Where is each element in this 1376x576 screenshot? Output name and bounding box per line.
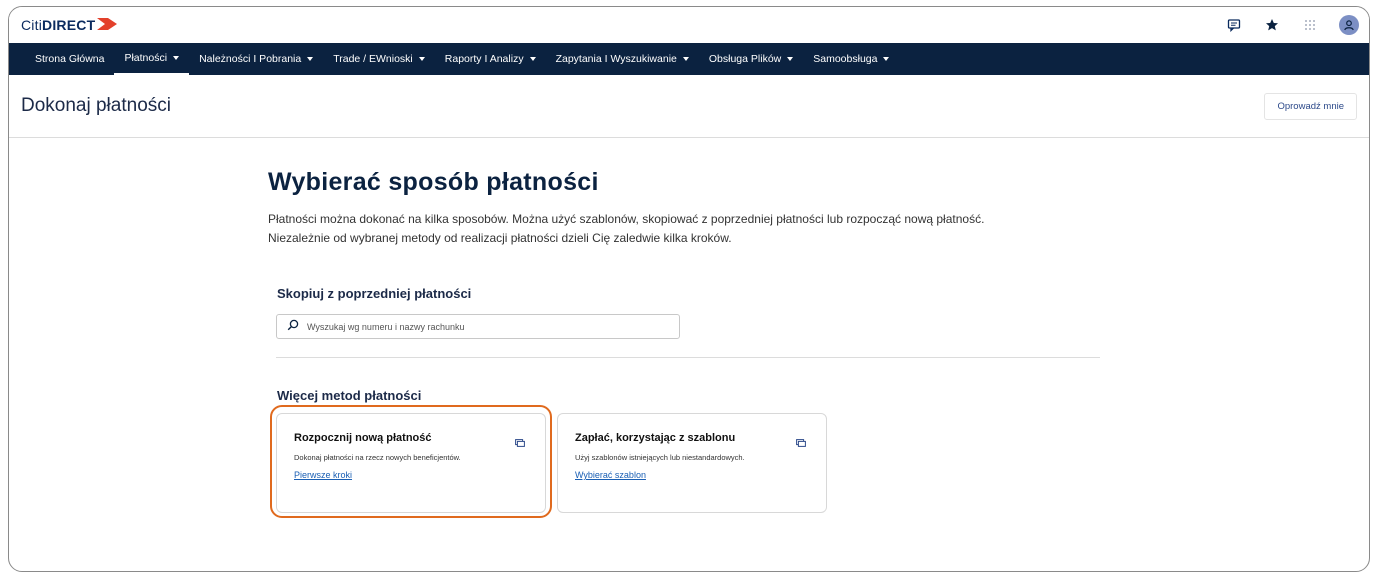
citidirect-logo[interactable]: Citi DIRECT xyxy=(21,17,118,33)
description: Płatności można dokonać na kilka sposobó… xyxy=(268,210,1108,248)
nav-item-label: Zapytania I Wyszukiwanie xyxy=(555,53,677,65)
nav-item-reports[interactable]: Raporty I Analizy xyxy=(435,43,546,75)
page-title: Dokonaj płatności xyxy=(21,95,171,116)
first-steps-link[interactable]: Pierwsze kroki xyxy=(294,470,352,480)
nav-item-file-services[interactable]: Obsługa Plików xyxy=(699,43,803,75)
page-header: Dokonaj płatności Oprowadź mnie xyxy=(9,75,1369,138)
nav-item-label: Samoobsługa xyxy=(813,53,878,65)
choose-template-link[interactable]: Wybierać szablon xyxy=(575,470,646,480)
card-description: Użyj szablonów istniejących lub niestand… xyxy=(575,453,745,462)
caret-down-icon xyxy=(173,56,180,60)
main-heading: Wybierać sposób płatności xyxy=(268,168,599,196)
nav-item-home[interactable]: Strona Główna xyxy=(33,43,114,75)
apps-grid-icon[interactable] xyxy=(1301,16,1319,34)
nav-item-trade[interactable]: Trade / EWnioski xyxy=(323,43,435,75)
nav-item-label: Strona Główna xyxy=(35,53,105,65)
new-payment-card[interactable]: Rozpocznij nową płatność Dokonaj płatnoś… xyxy=(276,413,546,513)
card-title: Rozpocznij nową płatność xyxy=(294,432,432,444)
card-title: Zapłać, korzystając z szablonu xyxy=(575,432,736,444)
caret-down-icon xyxy=(682,57,689,61)
search-field[interactable] xyxy=(276,314,680,339)
chat-icon[interactable] xyxy=(1225,16,1243,34)
nav-item-label: Należności I Pobrania xyxy=(199,53,302,65)
top-bar: Citi DIRECT xyxy=(9,7,1369,43)
top-icons xyxy=(1225,15,1359,35)
card-stack-icon xyxy=(515,434,525,452)
logo-citi-text: Citi xyxy=(21,17,43,33)
search-icon xyxy=(287,318,299,336)
caret-down-icon xyxy=(787,57,794,61)
caret-down-icon xyxy=(529,57,536,61)
nav-item-label: Trade / EWnioski xyxy=(333,53,413,65)
copy-section-title: Skopiuj z poprzedniej płatności xyxy=(277,286,472,301)
caret-down-icon xyxy=(883,57,890,61)
caret-down-icon xyxy=(418,57,425,61)
nav-item-receivables[interactable]: Należności I Pobrania xyxy=(189,43,323,75)
nav-item-label: Płatności xyxy=(124,52,168,64)
more-methods-title: Więcej metod płatności xyxy=(277,388,422,403)
description-line-2: Niezależnie od wybranej metody od realiz… xyxy=(268,231,732,245)
main-navigation: Strona Główna Płatności Należności I Pob… xyxy=(9,43,1369,75)
star-icon[interactable] xyxy=(1263,16,1281,34)
nav-item-label: Obsługa Plików xyxy=(708,53,782,65)
guide-me-button[interactable]: Oprowadź mnie xyxy=(1264,92,1357,120)
template-payment-card[interactable]: Zapłać, korzystając z szablonu Użyj szab… xyxy=(557,413,827,513)
section-divider xyxy=(276,357,1100,358)
nav-item-label: Raporty I Analizy xyxy=(444,53,524,65)
nav-item-payments[interactable]: Płatności xyxy=(114,43,190,75)
card-description: Dokonaj płatności na rzecz nowych benefi… xyxy=(294,453,461,462)
user-avatar-icon[interactable] xyxy=(1339,15,1359,35)
search-input[interactable] xyxy=(305,320,669,333)
description-line-1: Płatności można dokonać na kilka sposobó… xyxy=(268,212,985,226)
nav-item-inquiries[interactable]: Zapytania I Wyszukiwanie xyxy=(546,43,699,75)
nav-item-self-service[interactable]: Samoobsługa xyxy=(803,43,899,75)
payment-methods-section: Wybierać sposób płatności Płatności możn… xyxy=(268,168,1108,248)
logo-arrow-icon xyxy=(97,17,118,33)
logo-direct-text: DIRECT xyxy=(42,17,96,33)
card-stack-icon xyxy=(796,434,806,452)
caret-down-icon xyxy=(307,57,314,61)
